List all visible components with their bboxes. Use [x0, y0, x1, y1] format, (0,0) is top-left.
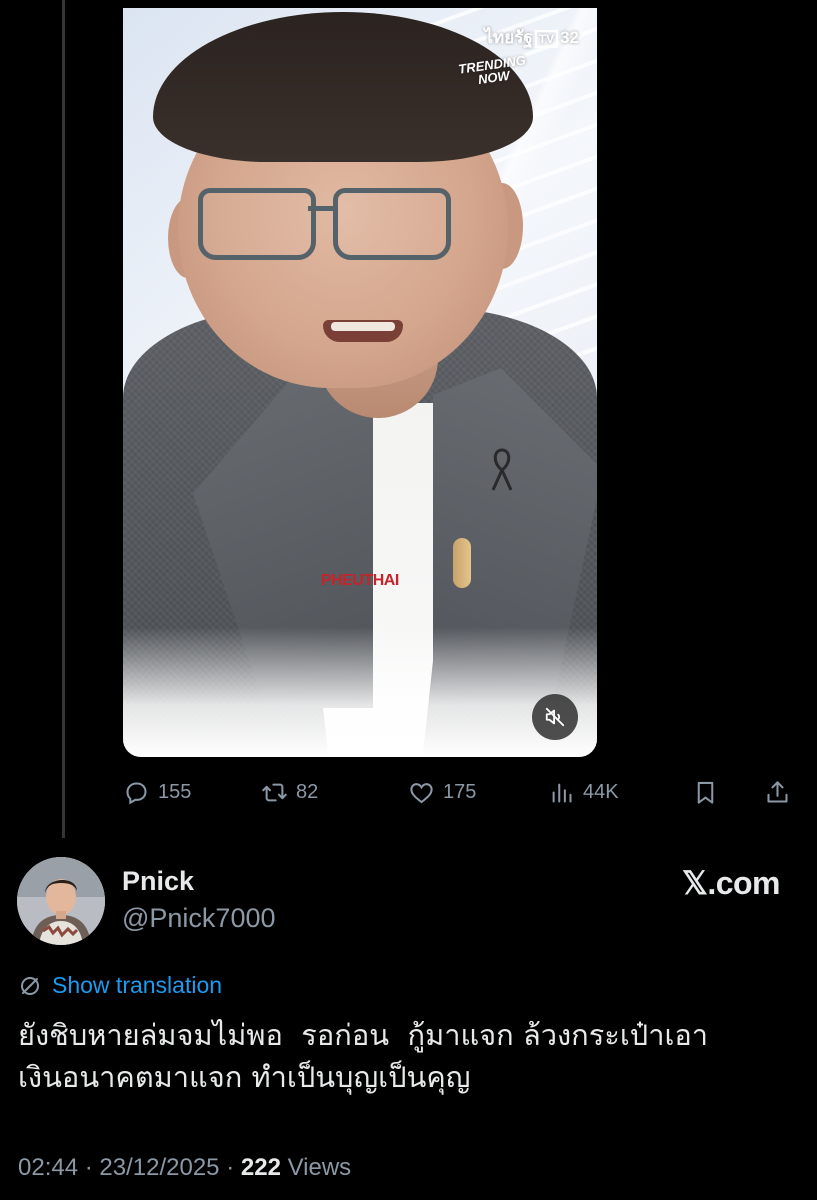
tweet-text-line: ยังชิบหายล่มจมไม่พอ รอก่อน กู้มาแจก ล้วง… [18, 1018, 709, 1052]
video-bottom-fade [123, 627, 597, 757]
like-count: 175 [443, 780, 477, 803]
author-name[interactable]: Pnick [122, 866, 194, 897]
presenter-glasses [198, 178, 451, 260]
analytics-icon [552, 783, 572, 803]
thread-connector-line [62, 0, 65, 838]
lapel-microphone [453, 538, 471, 588]
repost-icon [262, 783, 287, 801]
video-player[interactable]: PHEUTHAI ไทยรัฐ TV 32 TRENDING NOW [123, 8, 597, 757]
tweet-text-line: เงินอนาคตมาแจก ทำเป็นบุญเป็นคุญ [18, 1060, 471, 1094]
tweet-date[interactable]: 23/12/2025 [99, 1154, 219, 1181]
repost-button[interactable]: 82 [261, 772, 318, 812]
repost-count: 82 [296, 780, 319, 803]
show-translation-link[interactable]: Show translation [18, 972, 222, 999]
like-button[interactable]: 175 [408, 772, 476, 812]
avatar[interactable] [17, 857, 105, 945]
share-button[interactable] [764, 772, 791, 812]
translate-icon [21, 976, 39, 995]
views-count: 44K [583, 780, 619, 803]
ribbon-pin-icon [491, 448, 513, 491]
x-com-logo: 𝕏.com [682, 865, 780, 901]
views-button[interactable]: 44K [548, 772, 619, 812]
shirt-logo-text: PHEUTHAI [321, 572, 399, 589]
reply-count: 155 [158, 780, 192, 803]
presenter-teeth [331, 322, 395, 331]
views-label: Views [287, 1154, 352, 1181]
tweet-text: ยังชิบหายล่มจมไม่พอ รอก่อน กู้มาแจก ล้วง… [18, 1014, 798, 1098]
author-handle[interactable]: @Pnick7000 [122, 903, 276, 934]
reply-button[interactable]: 155 [123, 772, 191, 812]
tweet-action-bar: 155 82 175 44K [123, 772, 795, 812]
tweet-meta: 02:44 · 23/12/2025 · 222 Views [18, 1154, 351, 1182]
meta-separator: · [84, 1154, 100, 1181]
channel-logo: ไทยรัฐ TV 32 [484, 28, 579, 48]
meta-separator: · [226, 1154, 241, 1181]
speaker-muted-icon [545, 707, 565, 727]
heart-icon [410, 782, 433, 803]
bookmark-button[interactable] [692, 772, 719, 812]
views-total: 222 [240, 1154, 281, 1181]
tweet-time[interactable]: 02:44 [18, 1154, 78, 1181]
share-icon [767, 780, 788, 803]
mute-toggle-button[interactable] [532, 694, 578, 740]
avatar-illustration [17, 857, 105, 945]
bookmark-icon [697, 781, 714, 804]
show-translation-label: Show translation [52, 972, 223, 998]
reply-icon [126, 781, 147, 804]
